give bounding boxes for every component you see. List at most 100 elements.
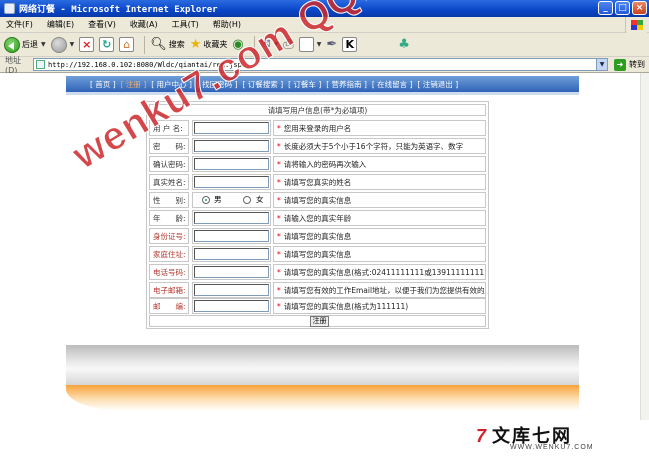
back-arrow-icon (4, 36, 20, 53)
password-hint: * 长度必须大于5个小于16个字符，只能为英语字、数字 (273, 138, 486, 154)
forward-button[interactable]: ▼ (50, 35, 75, 55)
footer-orange-band (66, 385, 579, 411)
postcode-hint: * 请填写您的真实信息(格式为111111) (273, 298, 486, 314)
id-number-input[interactable] (194, 230, 269, 242)
window-controls: _ □ × (598, 1, 647, 15)
username-hint: * 您用来登录的用户名 (273, 120, 486, 136)
real-name-hint: * 请填写您真实的姓名 (273, 174, 486, 190)
menu-edit[interactable]: 编辑(E) (47, 19, 74, 30)
forward-dropdown-icon[interactable]: ▼ (70, 41, 75, 48)
search-button[interactable]: 🔍︎ 搜索 (150, 35, 185, 55)
real-name-input[interactable] (194, 176, 269, 188)
research-icon: K (342, 37, 358, 52)
wenku7-logo: 7 文库七网 WWW.WENKU7.COM (470, 420, 649, 457)
address-field-label: 家庭住址: (149, 246, 189, 262)
menu-help[interactable]: 帮助(H) (213, 19, 241, 30)
register-submit-button[interactable]: 注册 (310, 316, 329, 327)
address-bar: 地址(D) http://192.168.0.102:8080/Wldc/qia… (0, 55, 649, 75)
minimize-button[interactable]: _ (598, 1, 613, 15)
phone-hint: * 请填写您的真实信息(格式:02411111111或13911111111) (273, 264, 486, 280)
username-input[interactable] (194, 122, 269, 134)
maximize-button[interactable]: □ (615, 1, 630, 15)
window-title: 网络订餐 - Microsoft Internet Explorer (19, 5, 218, 15)
refresh-icon: ↻ (99, 37, 115, 52)
gender-label: 性 别: (149, 192, 189, 208)
go-arrow-icon: ➜ (614, 58, 626, 71)
gender-male-radio[interactable] (202, 196, 210, 204)
close-button[interactable]: × (632, 1, 647, 15)
age-hint: * 请输入您的真实年龄 (273, 210, 486, 226)
ie-app-icon (4, 3, 15, 14)
search-label: 搜索 (168, 40, 185, 49)
nav-home[interactable]: [ 首页 ] (90, 79, 116, 90)
vertical-scrollbar[interactable] (640, 73, 649, 457)
email-hint: * 请填写您有效的工作Email地址，以便于我们为您提供有效的服务。 (273, 282, 486, 298)
form-row-email: 电子邮箱: * 请填写您有效的工作Email地址，以便于我们为您提供有效的服务。 (149, 282, 486, 298)
back-button[interactable]: 后退 ▼ (4, 35, 46, 55)
address-url[interactable]: http://192.168.0.102:8080/Wldc/qiantai/r… (48, 61, 596, 69)
address-label: 地址(D) (5, 55, 21, 75)
home-address-hint: * 请填写您的真实信息 (273, 246, 486, 262)
postcode-input[interactable] (194, 300, 269, 312)
nav-nutrition-guide[interactable]: [ 营养指南 ] (326, 79, 367, 90)
form-row-gender: 性 别: 男 女 * 请填写您的真实信息 (149, 192, 486, 208)
quill-icon: ✒ (326, 36, 338, 52)
messenger-icon: ♣ (398, 36, 410, 52)
form-row-id-number: 身份证号: * 请填写您的真实信息 (149, 228, 486, 244)
form-row-address: 家庭住址: * 请填写您的真实信息 (149, 246, 486, 262)
gender-hint: * 请填写您的真实信息 (273, 192, 486, 208)
research-button[interactable]: K (342, 35, 358, 55)
address-input[interactable]: http://192.168.0.102:8080/Wldc/qiantai/r… (33, 58, 608, 71)
form-row-real-name: 真实姓名: * 请填写您真实的姓名 (149, 174, 486, 190)
go-button[interactable]: ➜ 转到 (614, 58, 645, 71)
register-form: 请填写用户信息(带*为必填项) 用 户 名: * 您用来登录的用户名 密 码: *… (146, 101, 489, 329)
toolbar: 后退 ▼ ▼ × ↻ ⌂ 🔍︎ 搜索 ★ 收藏夹 ◉ ✉ ▼ ⎙ ▼ ✒ K ♣ (0, 33, 649, 57)
gender-male-label: 男 (214, 195, 222, 204)
age-label: 年 龄: (149, 210, 189, 226)
id-number-label: 身份证号: (149, 228, 189, 244)
footer-grey-band (66, 345, 579, 385)
nav-logout[interactable]: [ 注销退出 ] (418, 79, 459, 90)
back-dropdown-icon[interactable]: ▼ (41, 41, 46, 48)
star-icon: ★ (189, 36, 202, 52)
refresh-button[interactable]: ↻ (99, 35, 115, 55)
phone-label: 电话号码: (149, 264, 189, 280)
stop-button[interactable]: × (79, 35, 95, 55)
age-input[interactable] (194, 212, 269, 224)
site-nav: [ 首页 ] [ 注册 ] [ 用户中心 ] [ 找回密码 ] [ 订餐搜索 ]… (66, 76, 579, 92)
form-footer: 注册 (149, 315, 486, 327)
home-button[interactable]: ⌂ (119, 35, 135, 55)
windows-flag-icon (625, 17, 647, 33)
form-row-confirm-password: 确认密码: * 请将输入的密码再次输入 (149, 156, 486, 172)
menu-view[interactable]: 查看(V) (88, 19, 116, 30)
page-icon (36, 60, 45, 69)
phone-input[interactable] (194, 266, 269, 278)
id-number-hint: * 请填写您的真实信息 (273, 228, 486, 244)
confirm-password-label: 确认密码: (149, 156, 189, 172)
menu-favorites[interactable]: 收藏(A) (130, 19, 158, 30)
email-input[interactable] (194, 284, 269, 296)
discuss-button[interactable]: ✒ (326, 35, 337, 55)
form-row-phone: 电话号码: * 请填写您的真实信息(格式:02411111111或13911111… (149, 264, 486, 280)
messenger-button[interactable]: ♣ (398, 35, 410, 55)
email-label: 电子邮箱: (149, 282, 189, 298)
form-row-age: 年 龄: * 请输入您的真实年龄 (149, 210, 486, 226)
menu-tools[interactable]: 工具(T) (172, 19, 199, 30)
menu-file[interactable]: 文件(F) (6, 19, 33, 30)
toolbar-divider (144, 35, 146, 54)
home-address-input[interactable] (194, 248, 269, 260)
home-icon: ⌂ (119, 37, 135, 52)
edit-dropdown-icon[interactable]: ▼ (317, 41, 322, 48)
nav-order-cart[interactable]: [ 订餐车 ] (288, 79, 321, 90)
gender-radio-group: 男 女 (192, 192, 271, 208)
confirm-password-input[interactable] (194, 158, 269, 170)
form-row-username: 用 户 名: * 您用来登录的用户名 (149, 120, 486, 136)
real-name-label: 真实姓名: (149, 174, 189, 190)
nav-online-message[interactable]: [ 在线留言 ] (372, 79, 413, 90)
wenku7-logo-url: WWW.WENKU7.COM (510, 444, 594, 451)
password-input[interactable] (194, 140, 269, 152)
confirm-password-hint: * 请将输入的密码再次输入 (273, 156, 486, 172)
gender-female-radio[interactable] (243, 196, 251, 204)
nav-register[interactable]: [ 注册 ] (121, 79, 147, 90)
address-dropdown-icon[interactable]: ▼ (596, 59, 607, 70)
